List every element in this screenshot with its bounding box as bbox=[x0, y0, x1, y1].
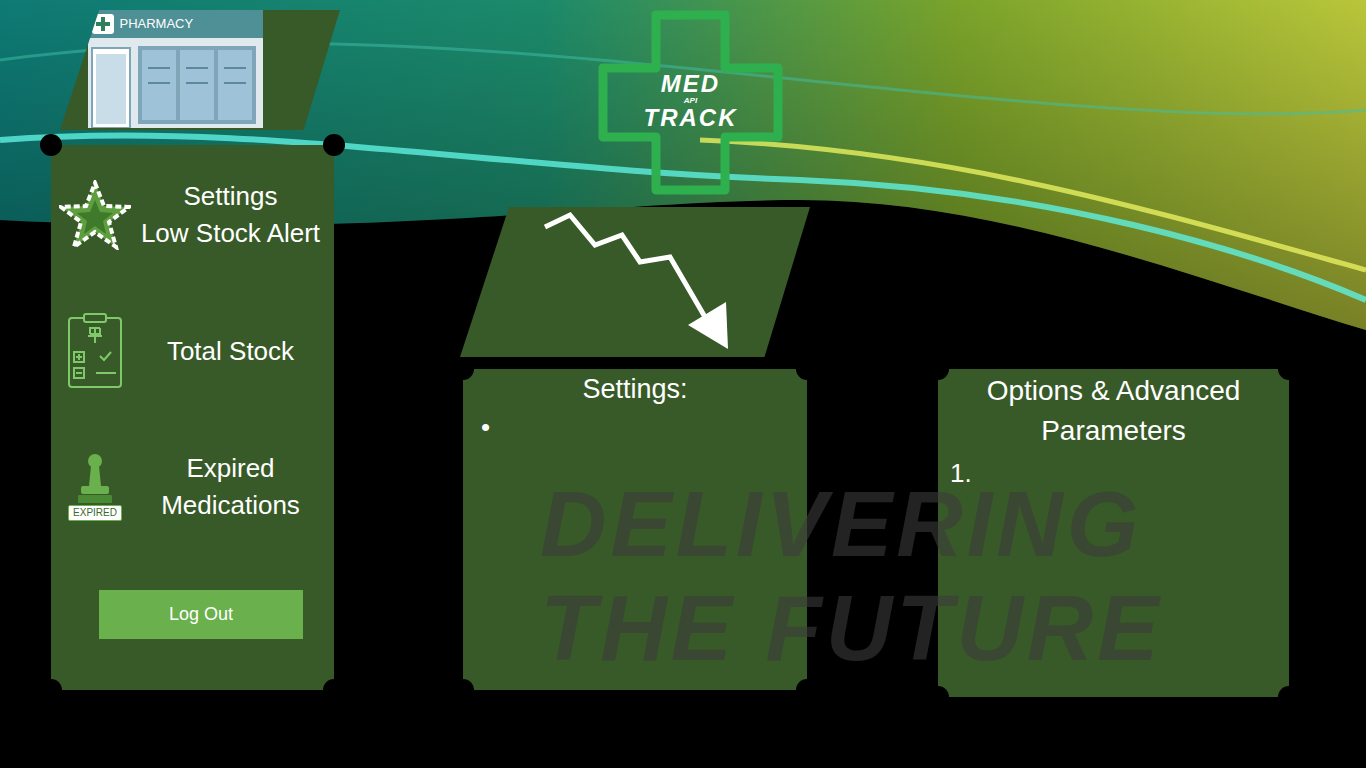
pharmacy-sign-text: PHARMACY bbox=[120, 16, 194, 32]
sidebar-item-label: Medications bbox=[161, 487, 300, 524]
options-item: 1. bbox=[950, 451, 1277, 495]
options-panel: Options & Advanced Parameters1. bbox=[938, 369, 1289, 697]
watermark: DELIVERINGTHE FUTURE bbox=[540, 472, 1163, 680]
expired-stamp-icon: EXPIRED bbox=[63, 453, 127, 521]
corner-notch bbox=[452, 679, 474, 701]
sidebar-item-label: Expired bbox=[186, 450, 274, 487]
pharmacy-sign: PHARMACY bbox=[88, 10, 263, 38]
sidebar-panel: SettingsLow Stock Alert Total Stock EXPIRE… bbox=[51, 145, 334, 690]
star-icon bbox=[59, 180, 131, 250]
corner-notch bbox=[1278, 686, 1300, 708]
watermark-line: THE FUTURE bbox=[540, 576, 1163, 680]
logo-text-bottom: TRACK bbox=[644, 106, 738, 130]
logout-button[interactable]: Log Out bbox=[99, 590, 303, 639]
options-title: Options & Advanced Parameters bbox=[950, 371, 1277, 451]
cross-icon bbox=[92, 14, 114, 34]
corner-notch bbox=[40, 679, 62, 701]
corner-notch bbox=[1278, 358, 1300, 380]
sidebar-column: PHARMACY SettingsLow Stock Alert Total Sto… bbox=[51, 10, 334, 690]
settings-panel: Settings:• bbox=[463, 369, 807, 690]
pharmacy-logo: PHARMACY bbox=[60, 10, 340, 130]
sidebar-item-label: Low Stock Alert bbox=[141, 215, 320, 252]
pharmacy-building-icon: PHARMACY bbox=[88, 10, 263, 130]
settings-title: Settings: bbox=[481, 371, 789, 407]
center-column: MEDAPITRACK Settings:• bbox=[460, 10, 810, 690]
corner-notch bbox=[796, 358, 818, 380]
sidebar-item-label: Settings bbox=[184, 178, 278, 215]
logo-text-middle: API bbox=[684, 96, 697, 106]
trend-chart bbox=[460, 207, 810, 357]
settings-bullet: • bbox=[481, 407, 789, 447]
sidebar-item[interactable]: Total Stock bbox=[59, 312, 328, 390]
expired-badge: EXPIRED bbox=[68, 505, 122, 521]
sidebar-item-label: Total Stock bbox=[167, 333, 294, 370]
app-screen: PHARMACY SettingsLow Stock Alert Total Sto… bbox=[0, 0, 1366, 768]
corner-notch bbox=[452, 358, 474, 380]
clipboard-icon bbox=[66, 312, 124, 390]
corner-notch bbox=[323, 134, 345, 156]
medtrack-logo: MEDAPITRACK bbox=[598, 10, 783, 195]
corner-notch bbox=[927, 686, 949, 708]
corner-notch bbox=[927, 358, 949, 380]
sidebar-item[interactable]: EXPIRED ExpiredMedications bbox=[59, 450, 328, 524]
watermark-line: DELIVERING bbox=[540, 472, 1163, 576]
corner-notch bbox=[796, 679, 818, 701]
corner-notch bbox=[40, 134, 62, 156]
logo-text-top: MED bbox=[661, 72, 720, 96]
sidebar-item[interactable]: SettingsLow Stock Alert bbox=[59, 178, 328, 252]
corner-notch bbox=[323, 679, 345, 701]
down-trend-icon bbox=[460, 207, 810, 357]
layout: PHARMACY SettingsLow Stock Alert Total Sto… bbox=[0, 0, 1366, 697]
